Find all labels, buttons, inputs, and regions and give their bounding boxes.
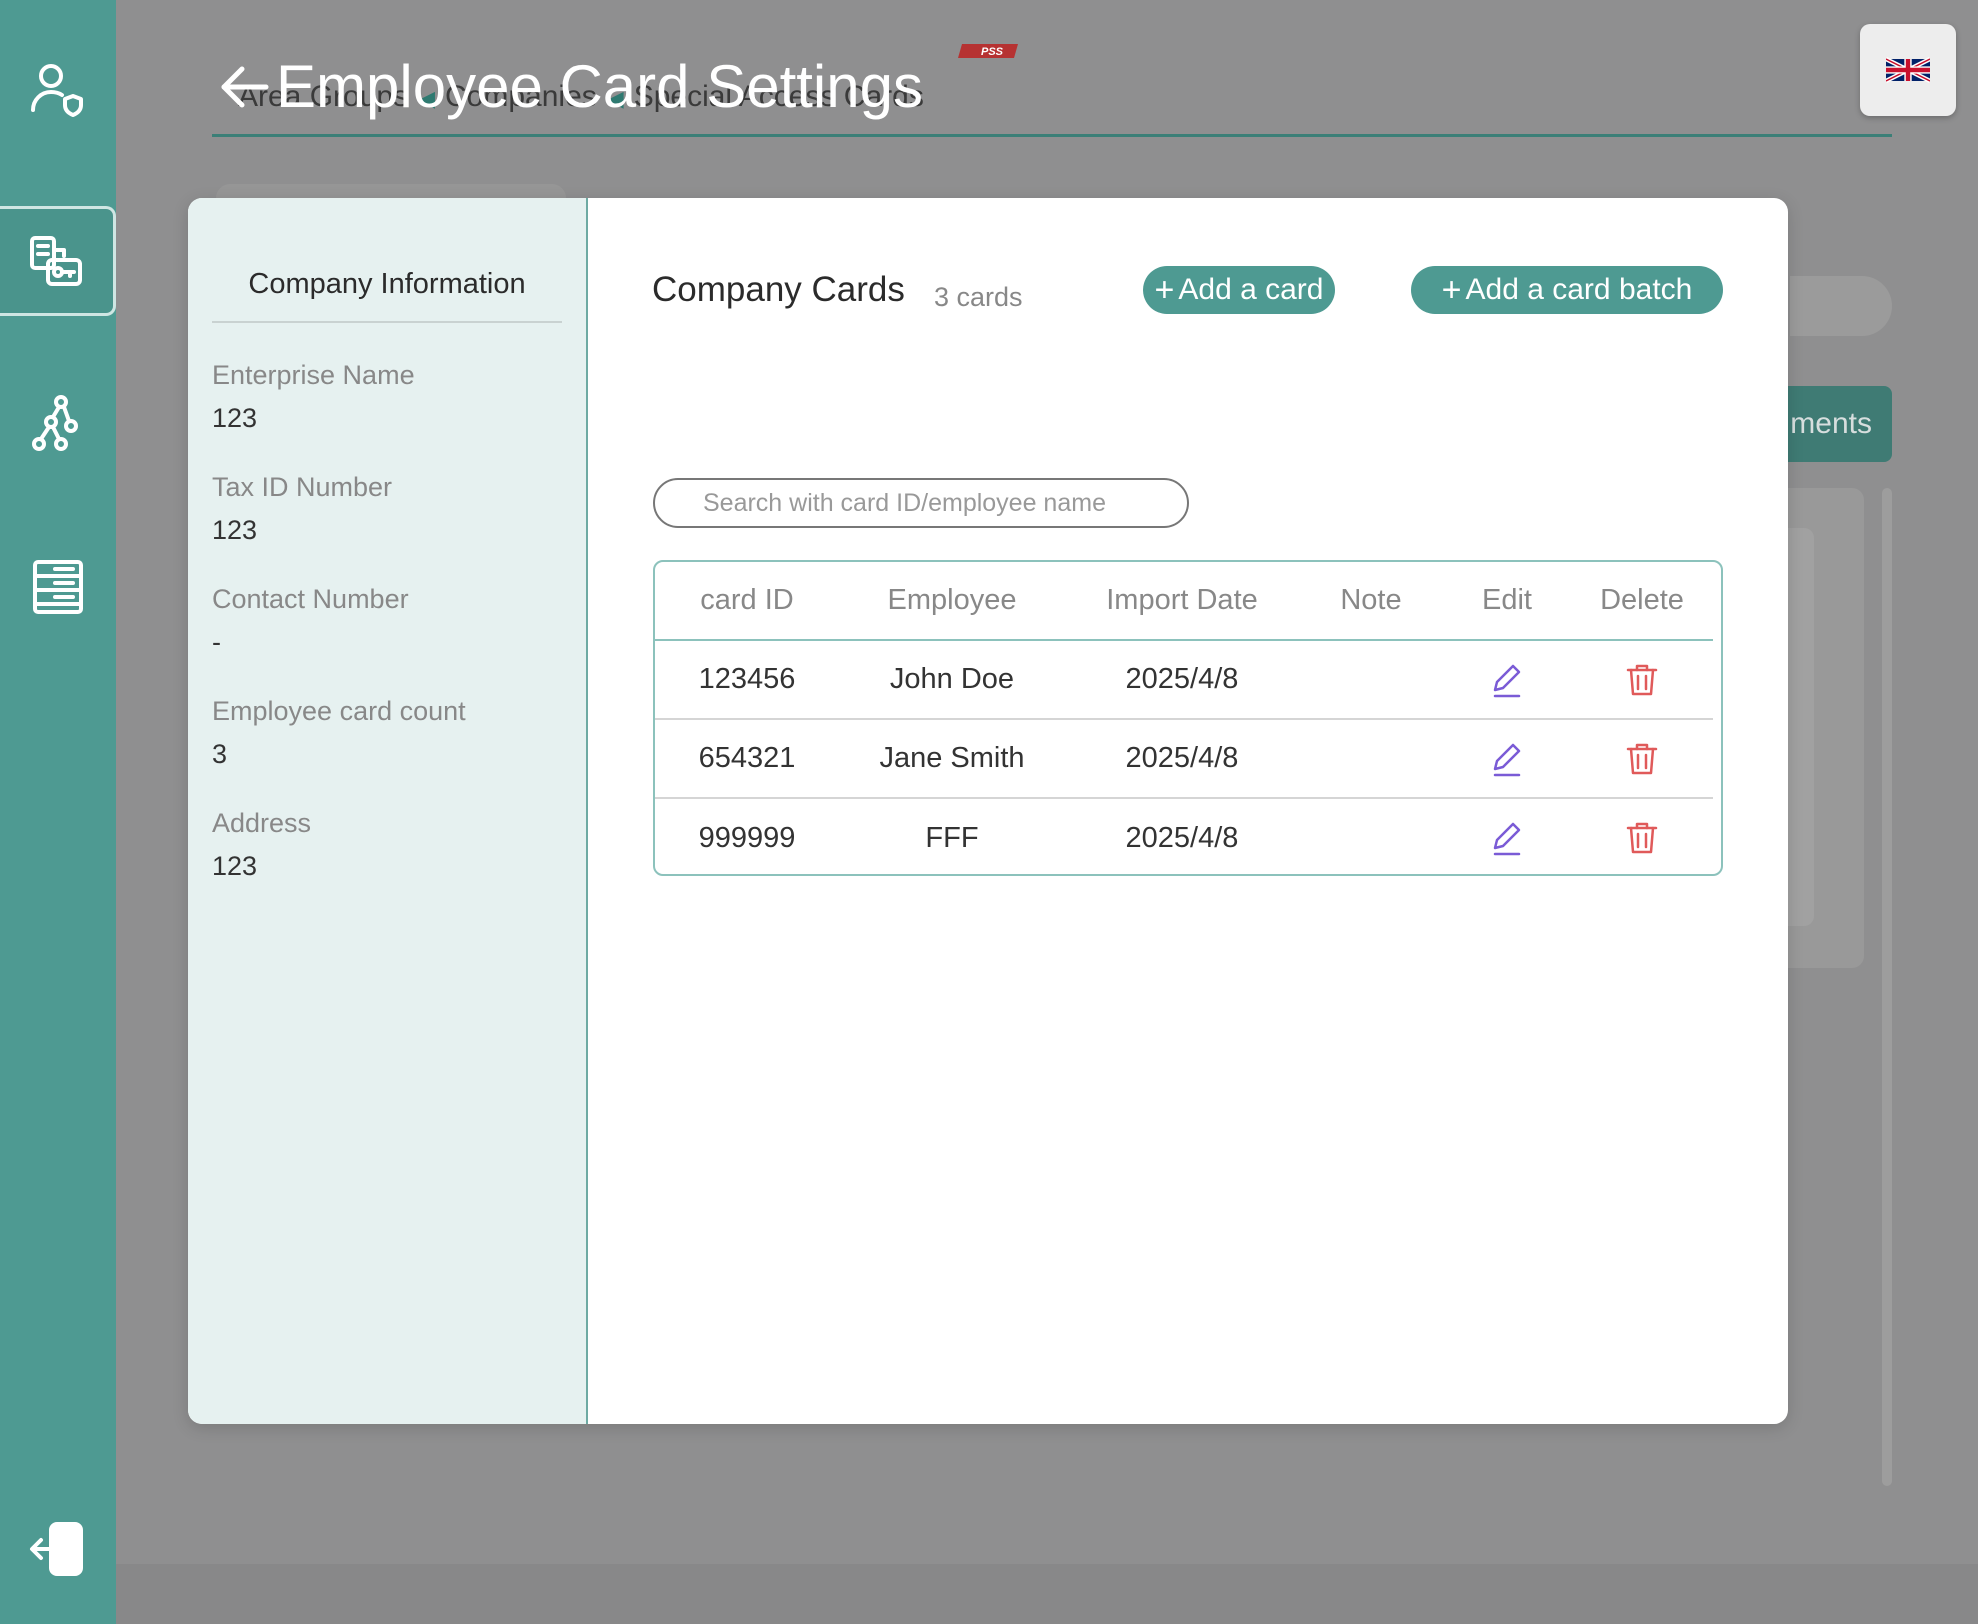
info-label: Employee card count — [212, 696, 466, 726]
user-shield-icon — [31, 64, 83, 117]
column-header-employee: Employee — [839, 562, 1065, 641]
add-card-batch-label: Add a card batch — [1465, 273, 1693, 306]
card-key-icon — [29, 236, 82, 286]
cards-count: 3 cards — [934, 282, 1023, 312]
cell-delete — [1571, 640, 1713, 720]
column-header-note: Note — [1299, 562, 1443, 641]
page-title-text: Employee Card Settings — [276, 53, 923, 120]
info-value: 3 — [212, 739, 228, 769]
background-search — [1790, 276, 1892, 336]
plus-icon: + — [1154, 271, 1175, 309]
company-info-title: Company Information — [212, 268, 562, 323]
info-field-address: Address 123 — [212, 808, 311, 882]
add-card-label: Add a card — [1178, 273, 1324, 306]
background-tab: ments — [1786, 386, 1892, 462]
cell-import-date: 2025/4/8 — [1065, 640, 1299, 720]
add-card-button[interactable]: + Add a card — [1143, 266, 1335, 314]
table-row: 654321 Jane Smith 2025/4/8 — [655, 719, 1713, 799]
cell-note — [1299, 798, 1443, 874]
sidebar-item-users[interactable] — [0, 34, 116, 144]
company-info-panel: Company Information Enterprise Name 123 … — [188, 198, 588, 1424]
logout-button[interactable] — [0, 1494, 116, 1604]
logout-icon — [30, 1522, 83, 1576]
cell-note — [1299, 719, 1443, 799]
edit-icon[interactable] — [1487, 660, 1527, 700]
info-value: 123 — [212, 515, 258, 545]
edit-icon[interactable] — [1487, 739, 1527, 779]
trash-icon[interactable] — [1622, 660, 1662, 700]
cell-note — [1299, 640, 1443, 720]
trash-icon[interactable] — [1622, 739, 1662, 779]
column-header-edit: Edit — [1443, 562, 1571, 641]
header-divider — [212, 134, 1892, 137]
info-label: Tax ID Number — [212, 472, 393, 502]
cell-import-date: 2025/4/8 — [1125, 821, 1239, 854]
sidebar-item-cards[interactable] — [0, 206, 116, 316]
sidebar — [0, 0, 116, 1624]
info-field-card-count: Employee card count 3 — [212, 696, 466, 770]
info-field-tax-id: Tax ID Number 123 — [212, 472, 392, 546]
table-header-row: card ID Employee Import Date Note Edit D… — [655, 562, 1713, 641]
table-row: 999999 FFF 2025/4/8 — [655, 798, 1713, 874]
language-button[interactable] — [1860, 24, 1956, 116]
table-row: 123456 John Doe 2025/4/8 — [655, 640, 1713, 720]
list-panel-icon — [33, 560, 83, 614]
hierarchy-icon — [32, 395, 78, 451]
column-header-import-date: Import Date — [1065, 562, 1299, 641]
cell-card-id: 999999 — [698, 821, 796, 854]
cell-card-id: 123456 — [655, 640, 839, 720]
cell-employee: Jane Smith — [839, 719, 1065, 799]
brand-logo: PSS — [958, 44, 1018, 58]
company-cards-panel: Company Cards 3 cards + Add a card + Add a… — [588, 198, 1788, 1424]
cards-title: Company Cards — [652, 270, 905, 309]
edit-icon[interactable] — [1487, 818, 1527, 858]
cell-edit — [1443, 640, 1571, 720]
cell-edit — [1443, 798, 1571, 874]
plus-icon: + — [1441, 271, 1462, 309]
arrow-left-icon[interactable] — [216, 59, 272, 115]
trash-icon[interactable] — [1622, 818, 1662, 858]
info-label: Address — [212, 808, 312, 838]
column-header-delete: Delete — [1571, 562, 1713, 641]
svg-text:PSS: PSS — [981, 46, 1004, 58]
info-label: Enterprise Name — [212, 360, 415, 390]
bottom-strip — [116, 1564, 1978, 1624]
background-card-inner — [1786, 528, 1814, 926]
cell-delete — [1571, 719, 1713, 799]
cell-import-date: 2025/4/8 — [1065, 719, 1299, 799]
cell-employee: John Doe — [839, 640, 1065, 720]
employee-card-modal: Company Information Enterprise Name 123 … — [188, 198, 1788, 1424]
uk-flag-icon — [1886, 57, 1930, 83]
search-input[interactable] — [653, 478, 1189, 528]
cell-card-id: 654321 — [655, 719, 839, 799]
sidebar-item-list[interactable] — [0, 532, 116, 642]
page-title: Employee Card Settings — [216, 52, 923, 121]
background-tab-label: ments — [1790, 407, 1872, 440]
background-scrollbar — [1882, 488, 1892, 1486]
info-value: 123 — [212, 851, 258, 881]
info-value: 123 — [212, 403, 258, 433]
cell-edit — [1443, 719, 1571, 799]
add-card-batch-button[interactable]: + Add a card batch — [1411, 266, 1723, 314]
info-label: Contact Number — [212, 584, 409, 614]
info-field-enterprise-name: Enterprise Name 123 — [212, 360, 415, 434]
sidebar-item-hierarchy[interactable] — [0, 368, 116, 478]
cell-employee: FFF — [925, 821, 979, 854]
cards-table: card ID Employee Import Date Note Edit D… — [653, 560, 1723, 876]
cell-delete — [1571, 798, 1713, 874]
column-header-card-id: card ID — [655, 562, 839, 641]
info-field-contact-number: Contact Number - — [212, 584, 409, 658]
info-value: - — [212, 627, 221, 657]
